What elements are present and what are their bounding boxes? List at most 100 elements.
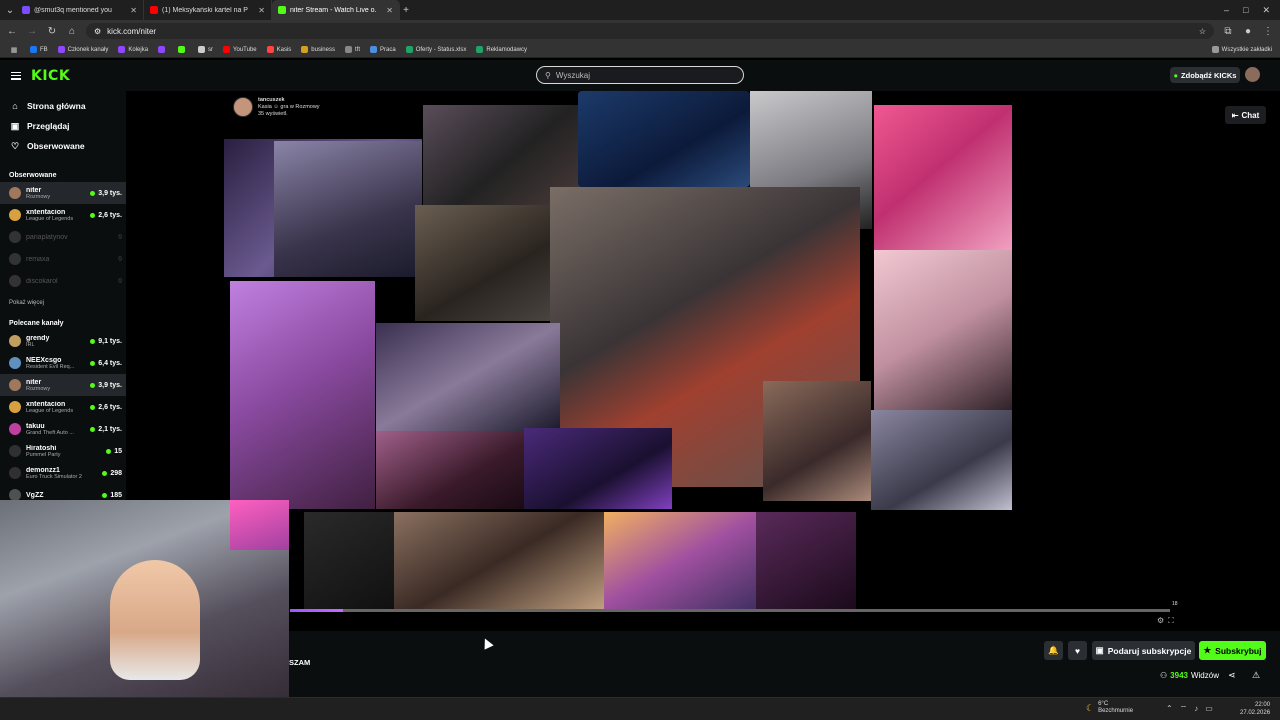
gift-subs-button[interactable]: ▣ Podaruj subskrypcje bbox=[1092, 641, 1195, 660]
overlay-username: tancuszek bbox=[258, 97, 285, 103]
bookmark-item[interactable]: Kolejka bbox=[118, 46, 148, 53]
channel-avatar bbox=[9, 445, 21, 457]
channel-avatar bbox=[9, 231, 21, 243]
sidebar-channel-item[interactable]: takuu Grand Theft Auto ... 2,1 tys. bbox=[0, 418, 126, 440]
channel-viewers: 15 bbox=[106, 448, 122, 455]
taskbar-clock[interactable]: 22:00 27.02.2026 bbox=[1240, 701, 1270, 717]
search-input[interactable]: ⚲ Wyszukaj bbox=[536, 66, 744, 84]
show-more-link[interactable]: Pokaż więcej bbox=[0, 296, 126, 310]
bookmark-item[interactable]: Kasis bbox=[266, 46, 291, 53]
home-browser-icon[interactable]: ⌂ bbox=[66, 26, 78, 37]
browser-tab[interactable]: niter Stream - Watch Live o... ✕ bbox=[272, 0, 400, 20]
network-icon[interactable]: ⌔ bbox=[1180, 704, 1188, 714]
profile-avatar-icon[interactable]: ● bbox=[1242, 26, 1254, 37]
all-bookmarks-label: Wszystkie zakładki bbox=[1221, 46, 1272, 53]
sidebar-nav-item[interactable]: ♡ Obserwowane bbox=[0, 136, 126, 156]
bookmark-icon bbox=[57, 46, 65, 53]
close-window-icon[interactable]: ✕ bbox=[1262, 5, 1270, 16]
video-tile bbox=[524, 428, 672, 509]
sidebar-channel-item[interactable]: discokarol ⦸ bbox=[0, 270, 126, 292]
menu-icon[interactable]: ⋮ bbox=[1262, 26, 1274, 37]
sidebar-nav-item[interactable]: ▣ Przeglądaj bbox=[0, 116, 126, 136]
bookmark-label: YouTube bbox=[233, 46, 257, 53]
share-icon[interactable]: ⋖ bbox=[1228, 670, 1236, 681]
bookmark-item[interactable]: YouTube bbox=[223, 46, 257, 53]
maximize-icon[interactable]: □ bbox=[1243, 5, 1248, 16]
bookmark-item[interactable]: FB bbox=[30, 46, 48, 53]
sidebar-channel-item[interactable]: NEEXcsgo Resident Evil Req... 6,4 tys. bbox=[0, 352, 126, 374]
video-player[interactable]: tancuszek Kasia ☺ gra w Rozmowy 35 wyświ… bbox=[126, 91, 1280, 631]
report-icon[interactable]: ⚠ bbox=[1252, 670, 1260, 681]
user-avatar[interactable] bbox=[1245, 67, 1260, 82]
kick-logo[interactable]: KICK bbox=[31, 68, 70, 84]
chat-toggle-button[interactable]: ⇤ Chat bbox=[1225, 106, 1266, 124]
sidebar-channel-item[interactable]: grendy IRL 9,1 tys. bbox=[0, 330, 126, 352]
follow-heart-button[interactable]: ♥ bbox=[1068, 641, 1087, 660]
sidebar-channel-item[interactable]: xntentacion League of Legends 2,6 tys. bbox=[0, 396, 126, 418]
notification-bell-button[interactable]: 🔔 bbox=[1044, 641, 1063, 660]
settings-icon[interactable]: ⚙ bbox=[1157, 616, 1164, 626]
sidebar-channel-item[interactable]: niter Rozmowy 3,9 tys. bbox=[0, 374, 126, 396]
close-tab-icon[interactable]: ✕ bbox=[386, 6, 393, 15]
weather-widget[interactable]: ☾ 6°C Bezchmurnie bbox=[1086, 701, 1133, 715]
close-tab-icon[interactable]: ✕ bbox=[130, 6, 137, 15]
star-icon[interactable]: ☆ bbox=[1199, 27, 1206, 36]
gift-subs-label: Podaruj subskrypcje bbox=[1107, 645, 1192, 656]
bookmark-item[interactable] bbox=[158, 46, 168, 53]
sidebar-channel-item[interactable]: demonzz1 Euro Truck Simulator 2 298 bbox=[0, 462, 126, 484]
minimize-icon[interactable]: – bbox=[1224, 5, 1229, 16]
bookmark-label: Praca bbox=[380, 46, 396, 53]
battery-icon[interactable]: ▭ bbox=[1205, 704, 1213, 714]
bookmark-icon bbox=[30, 46, 37, 53]
sidebar-nav-item[interactable]: ⌂ Strona główna bbox=[0, 96, 126, 116]
apps-icon[interactable]: ▦ bbox=[8, 46, 20, 54]
system-tray: ⌃ ⌔ ♪ ▭ bbox=[1166, 704, 1213, 714]
url-field[interactable]: ⚙ kick.com/niter ☆ bbox=[86, 23, 1214, 39]
bookmark-item[interactable]: sr bbox=[198, 46, 213, 53]
extensions-icon[interactable]: ⧉ bbox=[1222, 26, 1234, 37]
sidebar-channel-item[interactable]: remaxa ⦸ bbox=[0, 248, 126, 270]
site-info-icon[interactable]: ⚙ bbox=[94, 27, 101, 36]
all-bookmarks-link[interactable]: Wszystkie zakładki bbox=[1211, 46, 1272, 53]
sidebar-channel-item[interactable]: xntentacion League of Legends 2,6 tys. bbox=[0, 204, 126, 226]
sidebar-channel-item[interactable]: niter Rozmowy 3,9 tys. bbox=[0, 182, 126, 204]
bookmark-item[interactable]: business bbox=[301, 46, 335, 53]
followed-section-title: Obserwowane bbox=[9, 171, 57, 179]
close-tab-icon[interactable]: ✕ bbox=[258, 6, 265, 15]
tray-chevron-icon[interactable]: ⌃ bbox=[1166, 704, 1173, 714]
clock-date: 27.02.2026 bbox=[1240, 710, 1271, 716]
video-progress-bar[interactable] bbox=[290, 609, 1170, 612]
bookmark-item[interactable] bbox=[178, 46, 188, 53]
sidebar-channel-item[interactable]: pariaplatynov ⦸ bbox=[0, 226, 126, 248]
bookmark-item[interactable]: tft bbox=[344, 46, 360, 53]
bookmark-icon bbox=[266, 46, 274, 53]
new-tab-button[interactable]: + bbox=[400, 5, 412, 16]
reload-icon[interactable]: ↻ bbox=[46, 26, 58, 37]
bookmark-item[interactable]: Reklamodawcy bbox=[476, 46, 527, 53]
tab-search-icon[interactable]: ⌄ bbox=[4, 5, 16, 16]
bookmark-item[interactable]: Członek kanały bbox=[57, 46, 108, 53]
browser-tab[interactable]: (1) Meksykański kartel na Podl... ✕ bbox=[144, 0, 272, 20]
nav-item-label: Strona główna bbox=[27, 101, 86, 111]
subscribe-label: Subskrybuj bbox=[1215, 645, 1262, 656]
bookmark-icon bbox=[178, 46, 186, 53]
forward-icon[interactable]: → bbox=[26, 26, 38, 37]
volume-icon[interactable]: ♪ bbox=[1194, 704, 1198, 714]
bookmark-icon bbox=[118, 46, 126, 53]
get-kicks-button[interactable]: ● Zdobądź KICKs bbox=[1170, 67, 1240, 83]
channel-category: IRL bbox=[26, 341, 35, 348]
back-icon[interactable]: ← bbox=[6, 26, 18, 37]
browser-tab[interactable]: @smut3q mentioned you ✕ bbox=[16, 0, 144, 20]
hamburger-menu-icon[interactable] bbox=[11, 71, 21, 80]
stream-title: SZAM bbox=[289, 658, 311, 667]
channel-name: Hiratoshi bbox=[26, 444, 57, 452]
sidebar-channel-item[interactable]: Hiratoshi Pummel Party 15 bbox=[0, 440, 126, 462]
search-placeholder: Wyszukaj bbox=[555, 70, 591, 80]
subscribe-button[interactable]: ★ Subskrybuj bbox=[1199, 641, 1266, 660]
bookmark-item[interactable]: Praca bbox=[370, 46, 396, 53]
webcam-person bbox=[110, 560, 200, 680]
video-tile bbox=[394, 512, 604, 610]
fullscreen-icon[interactable]: ⛶ bbox=[1168, 616, 1174, 626]
sidebar-channel-item[interactable]: VgZZ 185 bbox=[0, 484, 126, 501]
bookmark-item[interactable]: Oferty - Status.xlsx bbox=[405, 46, 466, 53]
